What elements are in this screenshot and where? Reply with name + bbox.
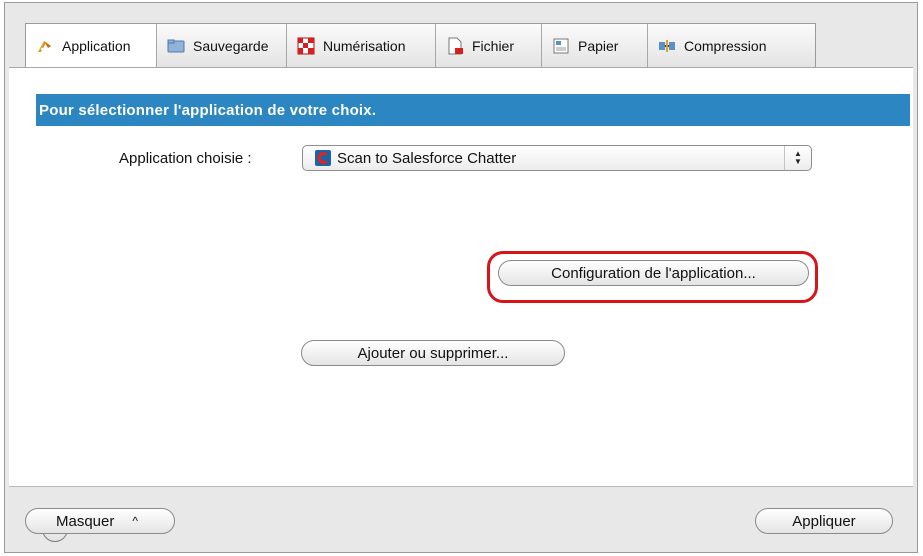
application-select[interactable]: Scan to Salesforce Chatter ▲ ▼ (302, 145, 812, 171)
tab-label: Fichier (472, 38, 515, 54)
tab-label: Sauvegarde (193, 38, 269, 54)
preferences-window: Application Sauvegarde Numérisation Fich… (4, 2, 918, 553)
hide-button-label: Masquer (56, 512, 115, 530)
tab-application[interactable]: Application (26, 24, 157, 68)
tab-label: Compression (684, 38, 767, 54)
scan-checker-icon (297, 37, 315, 55)
configure-application-button[interactable]: Configuration de l'application... (498, 260, 809, 286)
folder-icon (167, 37, 185, 55)
tab-bar: Application Sauvegarde Numérisation Fich… (25, 23, 816, 68)
application-label: Application choisie : (119, 150, 252, 167)
compression-icon (658, 37, 676, 55)
tab-compression[interactable]: Compression (648, 24, 815, 68)
tab-sauvegarde[interactable]: Sauvegarde (157, 24, 287, 68)
application-pen-icon (36, 37, 54, 55)
tab-label: Papier (578, 38, 619, 54)
tab-numerisation[interactable]: Numérisation (287, 24, 436, 68)
paper-icon (552, 37, 570, 55)
application-select-value: Scan to Salesforce Chatter (337, 149, 517, 167)
add-remove-button[interactable]: Ajouter ou supprimer... (301, 340, 565, 366)
select-stepper-icon: ▲ ▼ (784, 146, 811, 170)
section-banner: Pour sélectionner l'application de votre… (36, 94, 910, 126)
file-pdf-icon (446, 37, 464, 55)
tab-fichier[interactable]: Fichier (436, 24, 542, 68)
tab-label: Numérisation (323, 38, 406, 54)
tab-papier[interactable]: Papier (542, 24, 648, 68)
content-pane: Pour sélectionner l'application de votre… (9, 67, 913, 542)
tab-label: Application (62, 38, 131, 54)
salesforce-chatter-icon (315, 150, 331, 166)
chevron-up-icon: ^ (132, 514, 138, 528)
apply-button[interactable]: Appliquer (755, 508, 893, 534)
hide-button[interactable]: Masquer ^ (25, 508, 175, 534)
